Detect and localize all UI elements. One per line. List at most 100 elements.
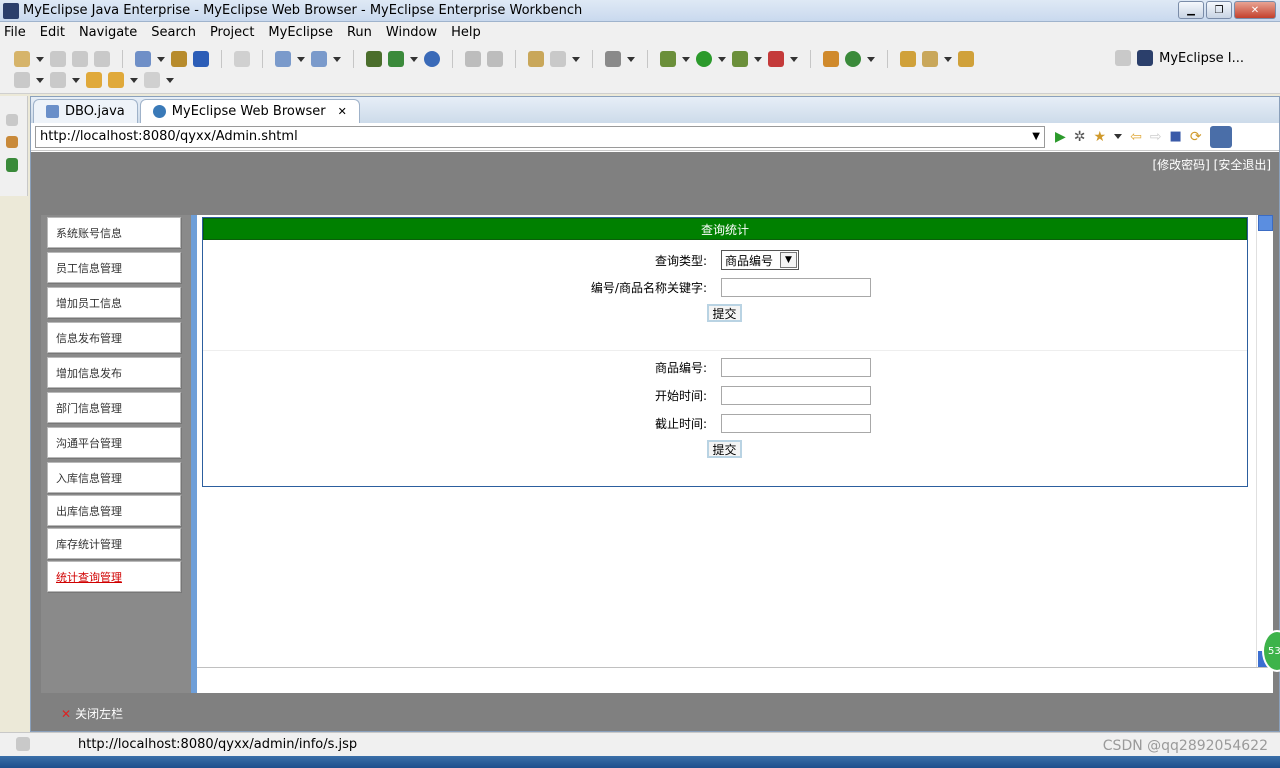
external-tools-icon[interactable]	[550, 51, 566, 67]
maximize-button[interactable]: ❐	[1206, 1, 1232, 19]
print-icon[interactable]	[94, 51, 110, 67]
menu-run[interactable]: Run	[347, 25, 372, 40]
close-button[interactable]: ✕	[1234, 1, 1276, 19]
refresh-history-icon[interactable]	[487, 51, 503, 67]
product-code-input[interactable]	[721, 358, 871, 377]
back-icon[interactable]: ⇦	[1130, 129, 1142, 145]
debug-icon[interactable]	[660, 51, 676, 67]
last-edit-icon[interactable]	[86, 72, 102, 88]
menu-search[interactable]: Search	[151, 25, 196, 40]
menu-project[interactable]: Project	[210, 25, 254, 40]
hierarchy-icon[interactable]	[6, 158, 18, 172]
settings-icon[interactable]: ✲	[1074, 129, 1086, 145]
sidebar-item-publish-management[interactable]: 信息发布管理	[47, 322, 181, 353]
close-left-label: 关闭左栏	[75, 707, 124, 721]
sidebar-item-stock-stats[interactable]: 库存统计管理	[47, 528, 181, 559]
deploy-icon[interactable]	[275, 51, 291, 67]
header-links[interactable]: [修改密码] [安全退出]	[1152, 156, 1271, 173]
sidebar-item-employee-management[interactable]: 员工信息管理	[47, 252, 181, 283]
os-taskbar	[0, 756, 1280, 768]
tab-label: MyEclipse Web Browser	[171, 104, 326, 119]
left-sidebar: 系统账号信息 员工信息管理 增加员工信息 信息发布管理 增加信息发布 部门信息管…	[41, 215, 191, 693]
keyword-input[interactable]	[721, 278, 871, 297]
menu-file[interactable]: File	[4, 25, 26, 40]
close-left-panel-link[interactable]: ✕ 关闭左栏	[61, 705, 123, 722]
open-perspective-icon[interactable]	[1115, 50, 1132, 66]
left-trim-bar	[0, 96, 28, 196]
minimize-button[interactable]: ▁	[1178, 1, 1204, 19]
menu-navigate[interactable]: Navigate	[79, 25, 137, 40]
tab-dbo-java[interactable]: DBO.java	[33, 99, 138, 123]
close-icon: ✕	[61, 706, 72, 721]
submit-button-2[interactable]: 提交	[707, 440, 742, 458]
sidebar-item-department-management[interactable]: 部门信息管理	[47, 392, 181, 423]
perspective-label: MyEclipse I...	[1159, 50, 1244, 66]
web-icon[interactable]	[366, 51, 382, 67]
sidebar-item-add-employee[interactable]: 增加员工信息	[47, 287, 181, 318]
save-icon[interactable]	[50, 51, 66, 67]
tab-label: DBO.java	[65, 104, 125, 119]
pen-icon[interactable]	[922, 51, 938, 67]
refresh-icon[interactable]: ⟳	[1190, 129, 1202, 145]
scroll-up-icon[interactable]	[1258, 215, 1273, 231]
sidebar-item-outbound[interactable]: 出库信息管理	[47, 495, 181, 526]
chevron-down-icon[interactable]: ▼	[780, 252, 797, 268]
new-wizard-icon[interactable]	[135, 51, 151, 67]
horizontal-scrollbar[interactable]	[197, 667, 1273, 693]
go-icon[interactable]: ▶	[1055, 129, 1066, 145]
menu-myeclipse[interactable]: MyEclipse	[268, 25, 333, 40]
package-icon[interactable]	[171, 51, 187, 67]
perspective-switcher[interactable]: MyEclipse I...	[1115, 50, 1244, 66]
fast-view-icon[interactable]	[16, 737, 30, 751]
myeclipse-perspective-icon	[1137, 50, 1154, 66]
query-type-select[interactable]: 商品编号 ▼	[721, 250, 799, 270]
url-dropdown-icon[interactable]: ▼	[1032, 131, 1040, 142]
end-time-input[interactable]	[721, 414, 871, 433]
favorites-dropdown-icon[interactable]	[1114, 134, 1123, 139]
sidebar-item-query-stats[interactable]: 统计查询管理	[47, 561, 181, 592]
stop-icon[interactable]	[768, 51, 784, 67]
url-input[interactable]: http://localhost:8080/qyxx/Admin.shtml ▼	[35, 125, 1045, 148]
start-time-input[interactable]	[721, 386, 871, 405]
submit-button-1[interactable]: 提交	[707, 304, 742, 322]
forward-icon[interactable]	[144, 72, 160, 88]
stop-icon[interactable]: ■	[1170, 129, 1182, 144]
vertical-scrollbar[interactable]	[1256, 215, 1273, 667]
sidebar-item-system-accounts[interactable]: 系统账号信息	[47, 217, 181, 248]
server-icon[interactable]	[311, 51, 327, 67]
menu-help[interactable]: Help	[451, 25, 481, 40]
menu-edit[interactable]: Edit	[40, 25, 65, 40]
sidebar-item-add-publish[interactable]: 增加信息发布	[47, 357, 181, 388]
sidebar-item-communication[interactable]: 沟通平台管理	[47, 427, 181, 458]
new-file-icon[interactable]	[14, 51, 30, 67]
product-code-label: 商品编号:	[654, 361, 707, 375]
camera-icon[interactable]	[605, 51, 621, 67]
export-icon[interactable]	[388, 51, 404, 67]
sidebar-item-inbound[interactable]: 入库信息管理	[47, 462, 181, 493]
task-icon[interactable]	[958, 51, 974, 67]
tab-close-icon[interactable]: ✕	[338, 105, 347, 118]
open-type-icon[interactable]	[823, 51, 839, 67]
prev-annotation-icon[interactable]	[50, 72, 66, 88]
restore-icon[interactable]	[6, 114, 18, 126]
main-content: 查询统计 查询类型: 商品编号 ▼ 编号/商品名称关键字: 提交 商品编号: 开…	[197, 215, 1256, 667]
run-tests-icon[interactable]	[732, 51, 748, 67]
package-explorer-icon[interactable]	[6, 136, 18, 148]
tab-web-browser[interactable]: MyEclipse Web Browser ✕	[139, 99, 360, 123]
menu-window[interactable]: Window	[386, 25, 437, 40]
new-dropdown-icon[interactable]	[36, 56, 44, 62]
run-icon[interactable]	[696, 51, 712, 67]
back-icon[interactable]	[108, 72, 124, 88]
back-history-icon[interactable]	[465, 51, 481, 67]
class-icon[interactable]	[193, 51, 209, 67]
database-icon[interactable]	[234, 51, 250, 67]
refresh-icon[interactable]	[845, 51, 861, 67]
next-annotation-icon[interactable]	[14, 72, 30, 88]
save-all-icon[interactable]	[72, 51, 88, 67]
open-folder-icon[interactable]	[900, 51, 916, 67]
globe-icon[interactable]	[424, 51, 440, 67]
run-config-icon[interactable]	[528, 51, 544, 67]
forward-icon[interactable]: ⇨	[1150, 129, 1162, 145]
favorites-icon[interactable]: ★	[1094, 129, 1107, 145]
keyword-label: 编号/商品名称关键字:	[590, 281, 707, 295]
